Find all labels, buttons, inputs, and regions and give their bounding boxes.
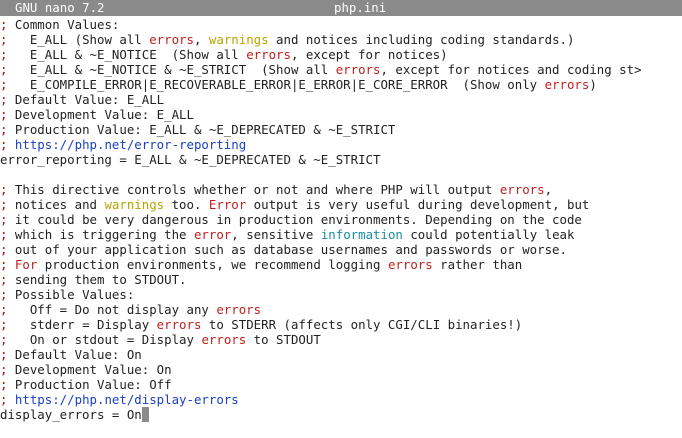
code-text: Possible Values: [7, 287, 135, 302]
code-text: errors [335, 62, 381, 77]
code-text: On or stdout = Display [7, 332, 202, 347]
editor-line[interactable]: ; https://php.net/error-reporting [0, 137, 682, 152]
editor-line[interactable]: ; Default Value: E_ALL [0, 92, 682, 107]
editor-line[interactable]: ; https://php.net/display-errors [0, 392, 682, 407]
editor-line[interactable]: ; Common Values: [0, 17, 682, 32]
code-text: output is very useful during development… [246, 197, 590, 212]
code-text: error_reporting = E_ALL & ~E_DEPRECATED … [0, 152, 381, 167]
code-text: stderr = Display [7, 317, 157, 332]
code-text: , except for notices and coding st [380, 62, 635, 77]
code-text: warnings [104, 197, 165, 212]
editor-line[interactable]: ; sending them to STDOUT. [0, 272, 682, 287]
url-text: https://php.net/error-reporting [7, 137, 247, 152]
code-text: errors [201, 332, 247, 347]
editor-line[interactable]: ; For production environments, we recomm… [0, 257, 682, 272]
title-bar: GNU nano 7.2 php.ini [0, 0, 682, 16]
url-text: https://php.net/display-errors [7, 392, 239, 407]
code-text: E_ALL & ~E_NOTICE (Show all [7, 47, 247, 62]
editor-line[interactable]: ; On or stdout = Display errors to STDOU… [0, 332, 682, 347]
editor-line[interactable]: ; which is triggering the error, sensiti… [0, 227, 682, 242]
code-text: warnings [208, 32, 269, 47]
code-text: ) [589, 77, 597, 92]
code-text: production environments, we recommend lo… [37, 257, 388, 272]
code-text: Off = Do not display any [7, 302, 217, 317]
editor-line[interactable]: ; E_ALL (Show all errors, warnings and n… [0, 32, 682, 47]
editor-line[interactable]: ; stderr = Display errors to STDERR (aff… [0, 317, 682, 332]
code-text: display_errors = On [0, 407, 142, 422]
code-text: could potentially leak [402, 227, 575, 242]
editor-line[interactable]: ; Production Value: E_ALL & ~E_DEPRECATE… [0, 122, 682, 137]
code-text: errors [246, 47, 291, 62]
editor-line[interactable]: ; Default Value: On [0, 347, 682, 362]
code-text: errors [149, 32, 194, 47]
code-text: E_COMPILE_ERROR|E_RECOVERABLE_ERROR|E_ER… [7, 77, 545, 92]
editor-line[interactable]: ; E_ALL & ~E_NOTICE (Show all errors, ex… [0, 47, 682, 62]
editor-line[interactable]: ; E_ALL & ~E_NOTICE & ~E_STRICT (Show al… [0, 62, 682, 77]
text-editor-area[interactable]: ; Common Values:; E_ALL (Show all errors… [0, 17, 682, 438]
code-text: This directive controls whether or not a… [7, 182, 500, 197]
editor-line[interactable] [0, 167, 682, 182]
code-text: errors [387, 257, 433, 272]
editor-line[interactable]: ; notices and warnings too. Error output… [0, 197, 682, 212]
code-text: errors [156, 317, 202, 332]
code-text: E_ALL & ~E_NOTICE & ~E_STRICT (Show all [7, 62, 336, 77]
code-text: errors [544, 77, 590, 92]
editor-line[interactable]: ; out of your application such as databa… [0, 242, 682, 257]
code-text: , sensitive [231, 227, 321, 242]
code-text: notices and [7, 197, 105, 212]
code-text: Production Value: Off [7, 377, 172, 392]
code-text: Default Value: On [7, 347, 142, 362]
editor-line[interactable]: display_errors = On [0, 407, 682, 422]
code-text: , [544, 182, 553, 197]
editor-line[interactable]: error_reporting = E_ALL & ~E_DEPRECATED … [0, 152, 682, 167]
code-text: to STDOUT [246, 332, 321, 347]
app-title: GNU nano 7.2 [15, 0, 105, 15]
editor-line[interactable]: ; Development Value: On [0, 362, 682, 377]
editor-line[interactable]: ; Development Value: E_ALL [0, 107, 682, 122]
code-text: rather than [432, 257, 523, 272]
code-text: errors [499, 182, 545, 197]
code-text: which is triggering the [7, 227, 194, 242]
code-text: , [193, 32, 209, 47]
code-text: E_ALL (Show all [7, 32, 150, 47]
code-text: and notices including coding standards.) [268, 32, 575, 47]
code-text: Development Value: On [7, 362, 172, 377]
editor-line[interactable]: ; Off = Do not display any errors [0, 302, 682, 317]
code-text: error [193, 227, 232, 242]
code-text: Error [208, 197, 247, 212]
code-text: too. [164, 197, 209, 212]
file-name: php.ini [334, 0, 387, 15]
code-text: Development Value: E_ALL [7, 107, 194, 122]
editor-line[interactable]: ; This directive controls whether or not… [0, 182, 682, 197]
editor-line[interactable]: ; it could be very dangerous in producti… [0, 212, 682, 227]
code-text: errors [216, 302, 262, 317]
line-overflow-indicator: > [634, 62, 642, 77]
code-text: Production Value: E_ALL & ~E_DEPRECATED … [7, 122, 396, 137]
code-text: out of your application such as database… [7, 242, 567, 257]
editor-line[interactable]: ; Production Value: Off [0, 377, 682, 392]
code-text: sending them to STDOUT. [7, 272, 187, 287]
editor-line[interactable]: ; Possible Values: [0, 287, 682, 302]
code-text: it could be very dangerous in production… [7, 212, 582, 227]
code-text: Common Values: [7, 17, 120, 32]
editor-line[interactable]: ; E_COMPILE_ERROR|E_RECOVERABLE_ERROR|E_… [0, 77, 682, 92]
code-text: information [320, 227, 403, 242]
code-text: to STDERR (affects only CGI/CLI binaries… [201, 317, 523, 332]
code-text: , except for notices) [290, 47, 448, 62]
code-text: Default Value: E_ALL [7, 92, 165, 107]
text-cursor [141, 407, 150, 422]
code-text: For [7, 257, 38, 272]
